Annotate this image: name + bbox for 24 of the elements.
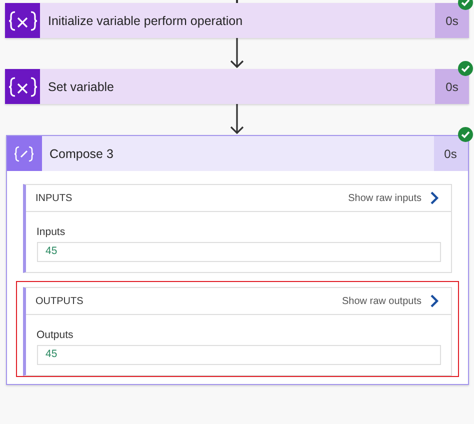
chevron-icon [430, 294, 438, 308]
action-title: Set variable [47, 80, 116, 94]
action-title: Compose 3 [48, 146, 114, 160]
duration-label: 0s [434, 136, 468, 171]
variable-icon [8, 10, 38, 32]
show-raw-link[interactable]: Show raw inputs [348, 191, 438, 205]
action-card[interactable]: Set variable 0s [5, 69, 469, 104]
arrow-connector [230, 104, 244, 135]
compose-icon [14, 146, 34, 162]
action-card[interactable]: Initialize variable perform operation 0s [5, 3, 469, 38]
field-label: Inputs [36, 226, 66, 238]
arrow-connector [230, 38, 244, 69]
section-heading: INPUTS [36, 192, 72, 204]
duration-label: 0s [435, 69, 469, 104]
value-field: 45 [36, 242, 440, 262]
duration-label: 0s [435, 3, 469, 38]
section-heading: OUTPUTS [36, 296, 84, 306]
chevron-icon [430, 191, 438, 205]
action-title: Initialize variable perform operation [47, 14, 244, 28]
action-card[interactable]: Compose 3 0s INPUTS Show raw inputs Inputs 45 OUTPUTS Show raw outputs Outputs 45 [6, 135, 468, 385]
value-field: 45 [36, 345, 440, 365]
show-raw-link[interactable]: Show raw outputs [342, 294, 438, 308]
variable-icon [8, 76, 38, 98]
field-label: Outputs [36, 329, 74, 341]
